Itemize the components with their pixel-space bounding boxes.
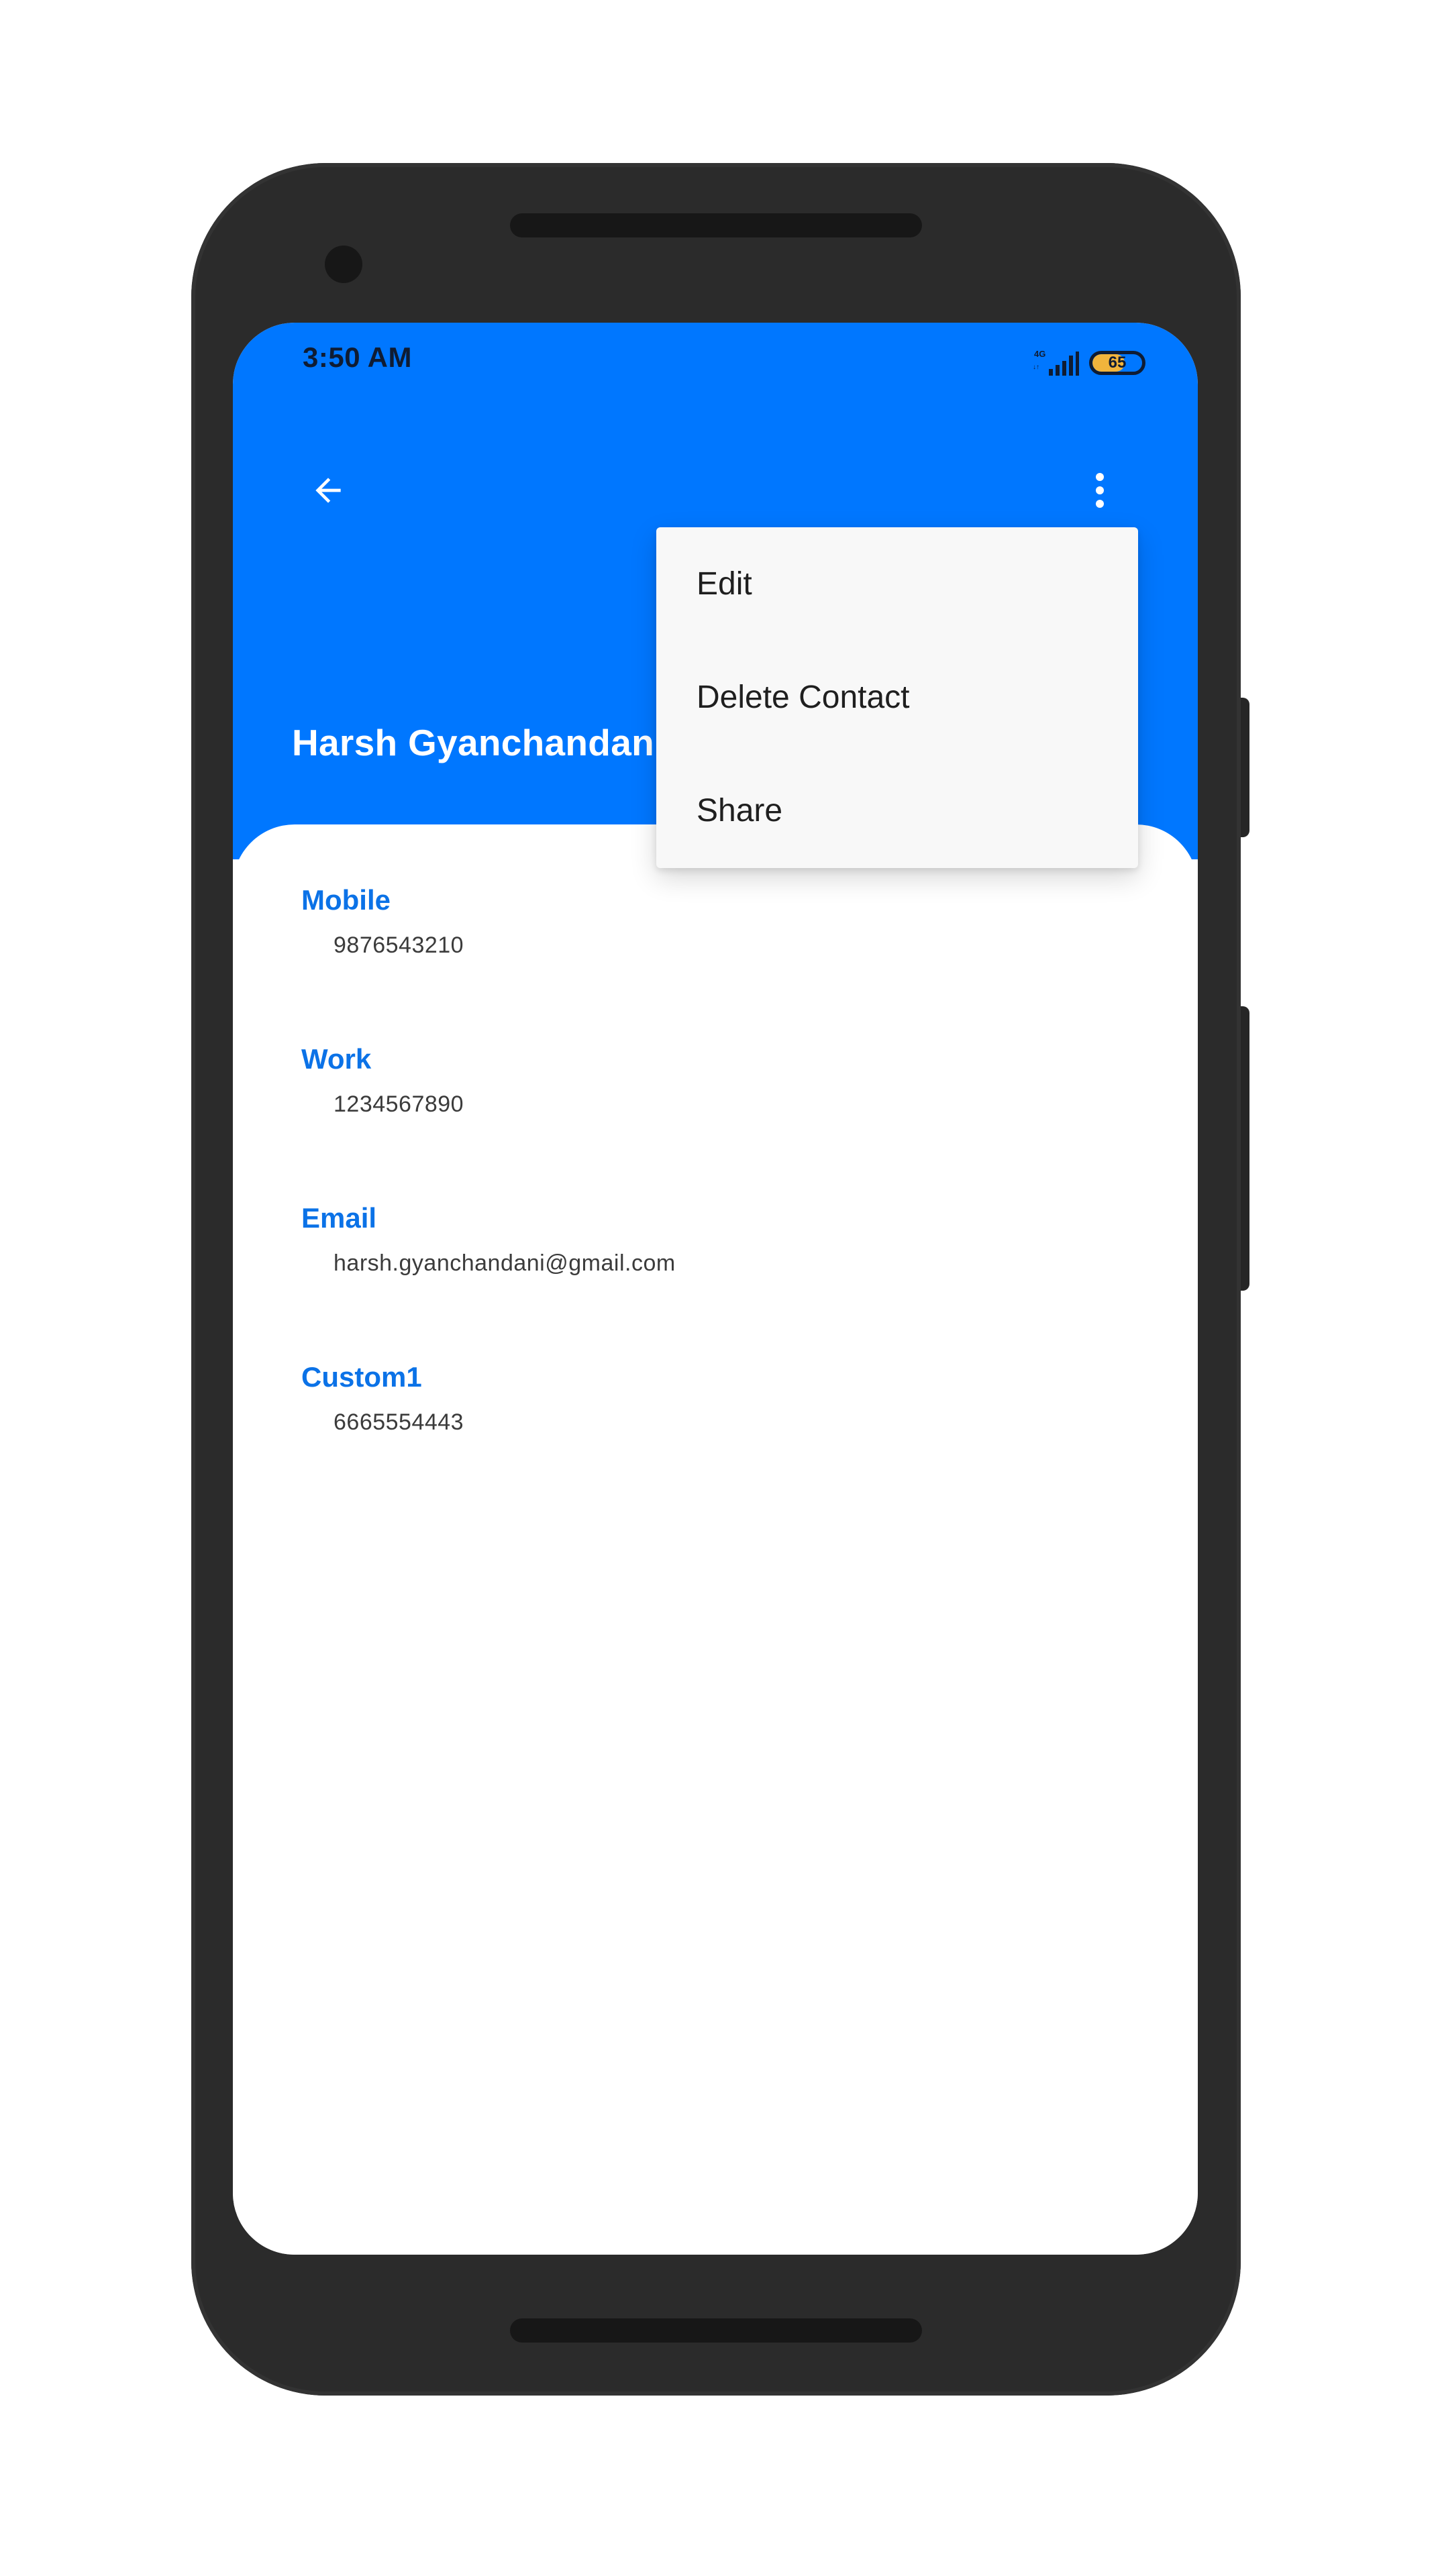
battery-level-text: 65	[1108, 354, 1127, 372]
field-label: Work	[301, 1043, 372, 1075]
more-vertical-icon	[1096, 473, 1104, 508]
earpiece-speaker	[510, 213, 922, 237]
contact-details-card: Mobile 9876543210 Work 1234567890 Email …	[233, 824, 1198, 2255]
field-label: Custom1	[301, 1361, 422, 1393]
more-options-button[interactable]	[1072, 462, 1128, 519]
field-custom1[interactable]: Custom1 6665554443	[301, 1360, 464, 1436]
status-time: 3:50 AM	[303, 341, 412, 373]
contact-name: Harsh Gyanchandani	[292, 722, 665, 763]
page: 3:50 AM 4G ↓↑ 65 Harsh Gyanchandani Mobi…	[0, 0, 1432, 2576]
field-value: 6665554443	[334, 1409, 464, 1435]
arrow-left-icon	[315, 478, 341, 503]
field-mobile[interactable]: Mobile 9876543210	[301, 883, 464, 959]
front-camera	[325, 246, 362, 283]
cellular-signal-icon: 4G ↓↑	[1033, 349, 1079, 376]
status-icons: 4G ↓↑ 65	[1031, 347, 1145, 379]
field-email[interactable]: Email harsh.gyanchandani@gmail.com	[301, 1201, 676, 1277]
field-work[interactable]: Work 1234567890	[301, 1042, 464, 1118]
field-label: Mobile	[301, 884, 391, 916]
overflow-menu: Edit Delete Contact Share	[656, 527, 1138, 868]
field-value: 9876543210	[334, 932, 464, 958]
network-type-label: 4G	[1034, 349, 1045, 359]
bottom-speaker	[510, 2318, 922, 2343]
back-button[interactable]	[300, 462, 356, 519]
status-bar: 3:50 AM 4G ↓↑ 65	[233, 323, 1198, 403]
field-value: harsh.gyanchandani@gmail.com	[334, 1250, 676, 1276]
svg-text:↓↑: ↓↑	[1033, 364, 1039, 371]
battery-icon: 65	[1089, 351, 1145, 375]
menu-item-delete-contact[interactable]: Delete Contact	[656, 641, 1138, 754]
field-label: Email	[301, 1202, 377, 1234]
field-value: 1234567890	[334, 1091, 464, 1117]
menu-item-share[interactable]: Share	[656, 754, 1138, 867]
menu-item-edit[interactable]: Edit	[656, 527, 1138, 641]
